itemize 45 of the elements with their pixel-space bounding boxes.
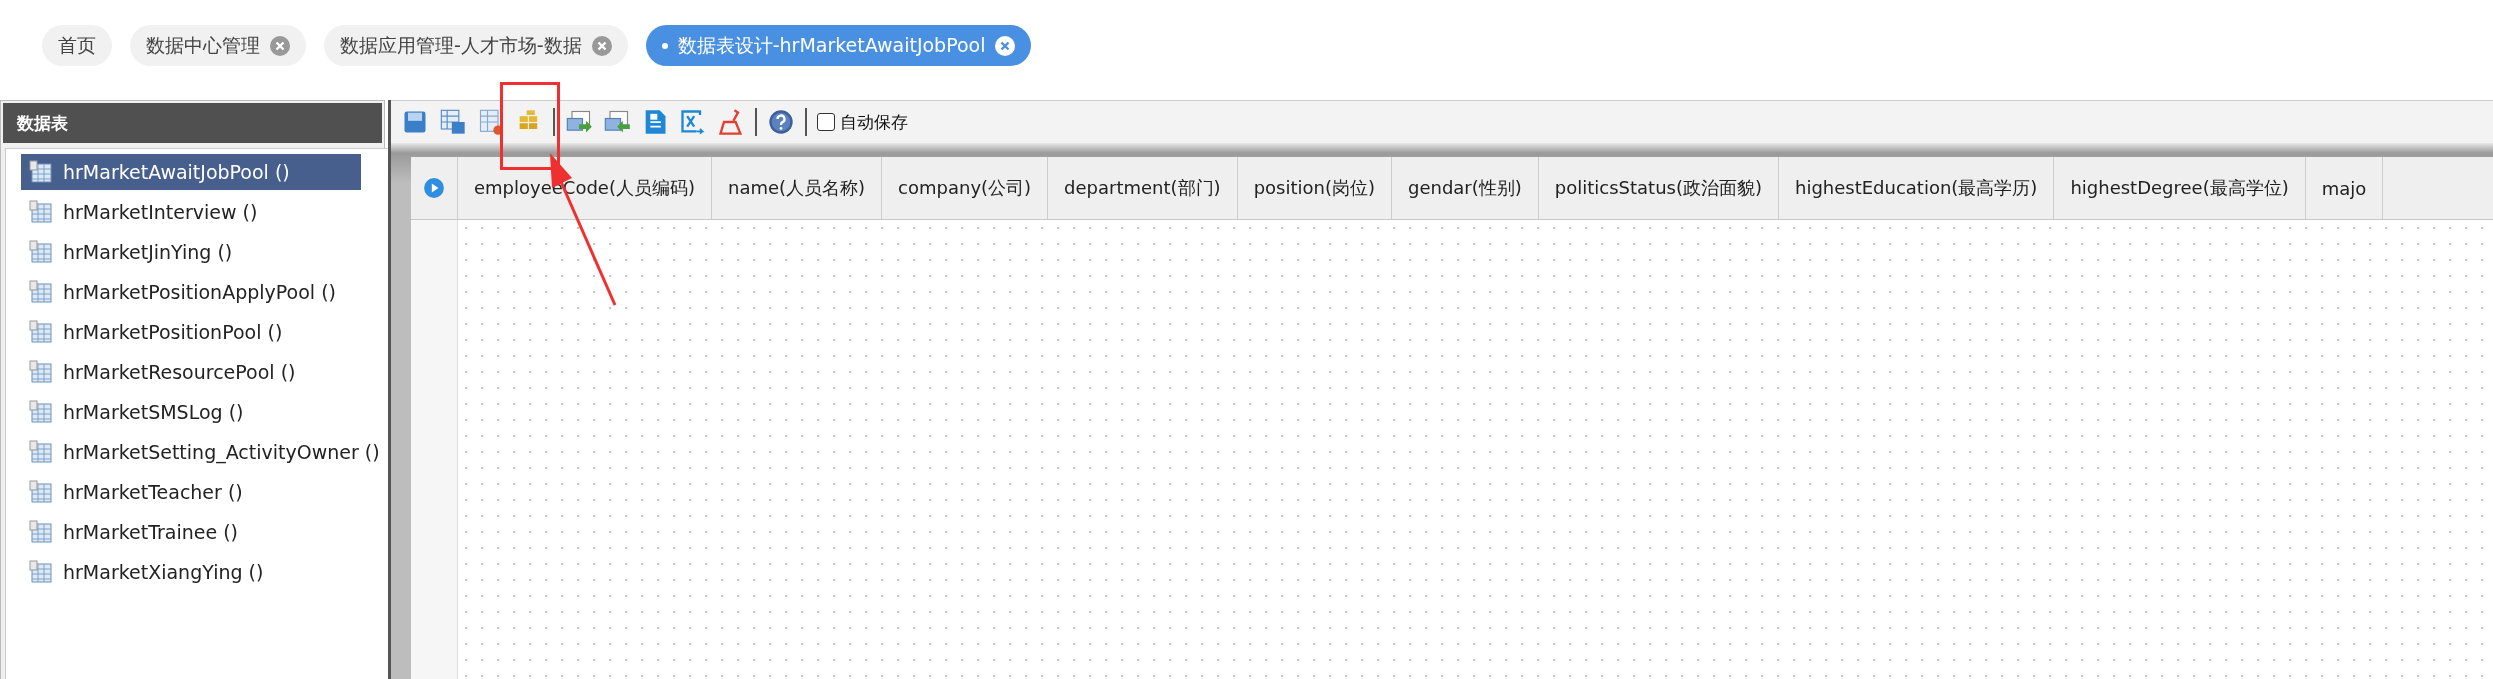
table-list-item[interactable]: hrMarketSMSLog () xyxy=(21,394,380,430)
table-list-item[interactable]: hrMarketTrainee () xyxy=(21,514,380,550)
table-icon xyxy=(29,240,53,264)
table-list-item[interactable]: hrMarketPositionPool () xyxy=(21,314,380,350)
table-icon xyxy=(29,400,53,424)
table-list-item[interactable]: hrMarketXiangYing () xyxy=(21,554,380,590)
column-header[interactable]: company(公司) xyxy=(882,157,1049,219)
close-icon[interactable] xyxy=(270,35,290,56)
table-icon xyxy=(29,520,53,544)
table-list-item[interactable]: hrMarketPositionApplyPool () xyxy=(21,274,380,310)
close-icon[interactable] xyxy=(995,35,1016,56)
active-dot-icon xyxy=(661,42,668,49)
table-list-item[interactable]: hrMarketInterview () xyxy=(21,194,380,230)
help-icon[interactable] xyxy=(767,108,795,136)
column-header[interactable]: gendar(性别) xyxy=(1392,157,1539,219)
table-list-item[interactable]: hrMarketResourcePool () xyxy=(21,354,380,390)
table-list-item[interactable]: hrMarketJinYing () xyxy=(21,234,380,270)
excel-export-icon[interactable] xyxy=(679,108,707,136)
table-list-item[interactable]: hrMarketAwaitJobPool () xyxy=(21,154,361,190)
table-icon xyxy=(29,360,53,384)
column-header[interactable]: position(岗位) xyxy=(1237,157,1392,219)
tab[interactable]: 首页 xyxy=(42,25,112,66)
checkbox[interactable] xyxy=(817,113,835,131)
table-icon xyxy=(29,440,53,464)
table-icon xyxy=(29,480,53,504)
table-icon xyxy=(29,160,53,184)
column-header[interactable]: majo xyxy=(2305,157,2384,219)
table-list-item[interactable]: hrMarketTeacher () xyxy=(21,474,380,510)
panel-title: 数据表 xyxy=(3,103,382,143)
table-icon xyxy=(29,560,53,584)
column-header[interactable]: politicsStatus(政治面貌) xyxy=(1538,157,1779,219)
close-icon[interactable] xyxy=(591,35,612,56)
play-icon[interactable] xyxy=(423,177,445,199)
column-header[interactable]: name(人员名称) xyxy=(712,157,883,219)
table-icon xyxy=(29,200,53,224)
table-icon xyxy=(29,320,53,344)
column-header[interactable]: highestEducation(最高学历) xyxy=(1779,157,2055,219)
tab[interactable]: 数据中心管理 xyxy=(130,25,306,66)
tab[interactable]: 数据应用管理-人才市场-数据 xyxy=(324,25,628,66)
column-header[interactable]: highestDegree(最高学位) xyxy=(2054,157,2306,219)
save-table-icon[interactable] xyxy=(439,108,467,136)
column-header[interactable]: department(部门) xyxy=(1048,157,1238,219)
checkbox-label: 自动保存 xyxy=(840,110,908,134)
table-icon xyxy=(29,280,53,304)
table-list-item[interactable]: hrMarketSetting_ActivityOwner () xyxy=(21,434,380,470)
